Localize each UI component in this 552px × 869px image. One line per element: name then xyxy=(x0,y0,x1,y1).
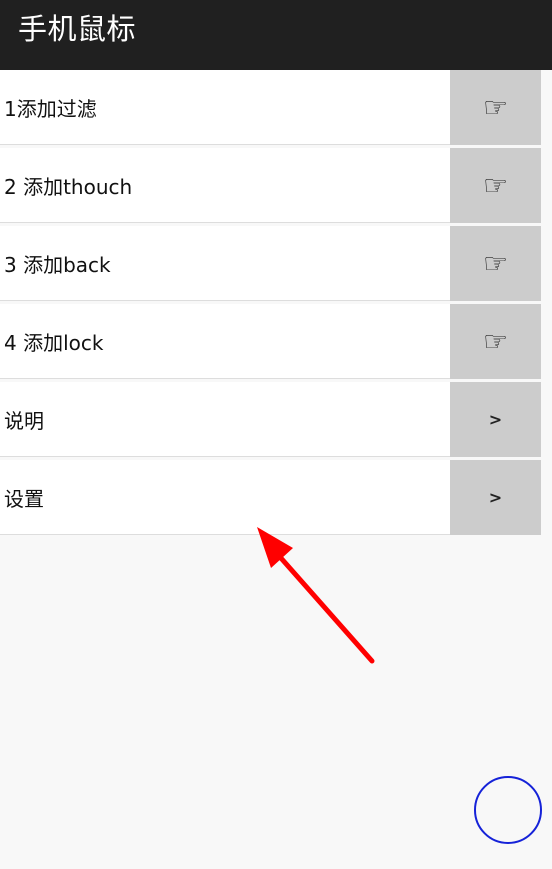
menu-item-add-filter[interactable]: 1添加过滤 ☞ xyxy=(0,70,541,145)
menu-item-label: 设置 xyxy=(4,487,44,511)
menu-item-label: 1添加过滤 xyxy=(4,97,97,121)
menu-item-add-back[interactable]: 3 添加back ☞ xyxy=(0,226,541,301)
pointing-hand-icon[interactable]: ☞ xyxy=(450,304,541,379)
app-bar: 手机鼠标 xyxy=(0,0,552,70)
menu-item-instructions[interactable]: 说明 > xyxy=(0,382,541,457)
main-menu-list: 1添加过滤 ☞ 2 添加thouch ☞ 3 添加back ☞ 4 添加lock… xyxy=(0,70,541,538)
chevron-right-icon[interactable]: > xyxy=(450,382,541,457)
phone-mouse-screen: 手机鼠标 1添加过滤 ☞ 2 添加thouch ☞ 3 添加back ☞ 4 添… xyxy=(0,0,552,869)
menu-item-label: 说明 xyxy=(4,409,44,433)
app-title: 手机鼠标 xyxy=(18,11,137,46)
pointing-hand-icon[interactable]: ☞ xyxy=(450,148,541,223)
blue-circle-icon[interactable] xyxy=(474,776,542,844)
red-arrow-icon xyxy=(257,527,375,664)
menu-item-label: 2 添加thouch xyxy=(4,175,133,199)
menu-item-add-lock[interactable]: 4 添加lock ☞ xyxy=(0,304,541,379)
pointing-hand-icon[interactable]: ☞ xyxy=(450,70,541,145)
chevron-right-icon[interactable]: > xyxy=(450,460,541,535)
menu-item-label: 3 添加back xyxy=(4,253,111,277)
menu-item-add-thouch[interactable]: 2 添加thouch ☞ xyxy=(0,148,541,223)
menu-item-label: 4 添加lock xyxy=(4,331,104,355)
pointing-hand-icon[interactable]: ☞ xyxy=(450,226,541,301)
